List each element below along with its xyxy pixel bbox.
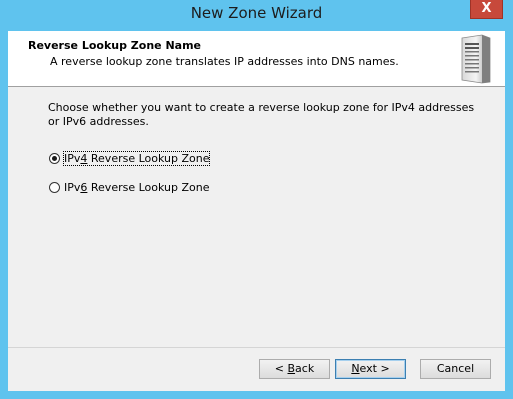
next-button[interactable]: Next > [335,359,406,379]
ipv4-label[interactable]: IPv4 Reverse Lookup Zone [62,150,211,166]
close-button[interactable]: X [470,0,503,19]
cancel-button[interactable]: Cancel [420,359,491,379]
page-title: Reverse Lookup Zone Name [28,39,202,52]
page-subtitle: A reverse lookup zone translates IP addr… [50,55,399,68]
title-bar[interactable]: New Zone Wizard X [0,0,513,28]
back-button[interactable]: < Back [259,359,330,379]
server-icon [461,34,491,84]
ipv6-label[interactable]: IPv6 Reverse Lookup Zone [64,181,209,194]
ipv6-radio[interactable] [49,181,60,193]
dialog-client-area: Reverse Lookup Zone Name A reverse looku… [8,31,505,391]
footer-divider [8,347,505,348]
ipv6-option[interactable]: IPv6 Reverse Lookup Zone [49,179,209,195]
wizard-header: Reverse Lookup Zone Name A reverse looku… [8,31,505,87]
window-title: New Zone Wizard [190,4,323,22]
close-icon: X [481,1,492,16]
wizard-window: New Zone Wizard X Reverse Lookup Zone Na… [0,0,513,399]
instruction-text: Choose whether you want to create a reve… [48,101,475,128]
ipv4-radio[interactable] [49,152,60,164]
ipv4-option[interactable]: IPv4 Reverse Lookup Zone [49,150,211,166]
